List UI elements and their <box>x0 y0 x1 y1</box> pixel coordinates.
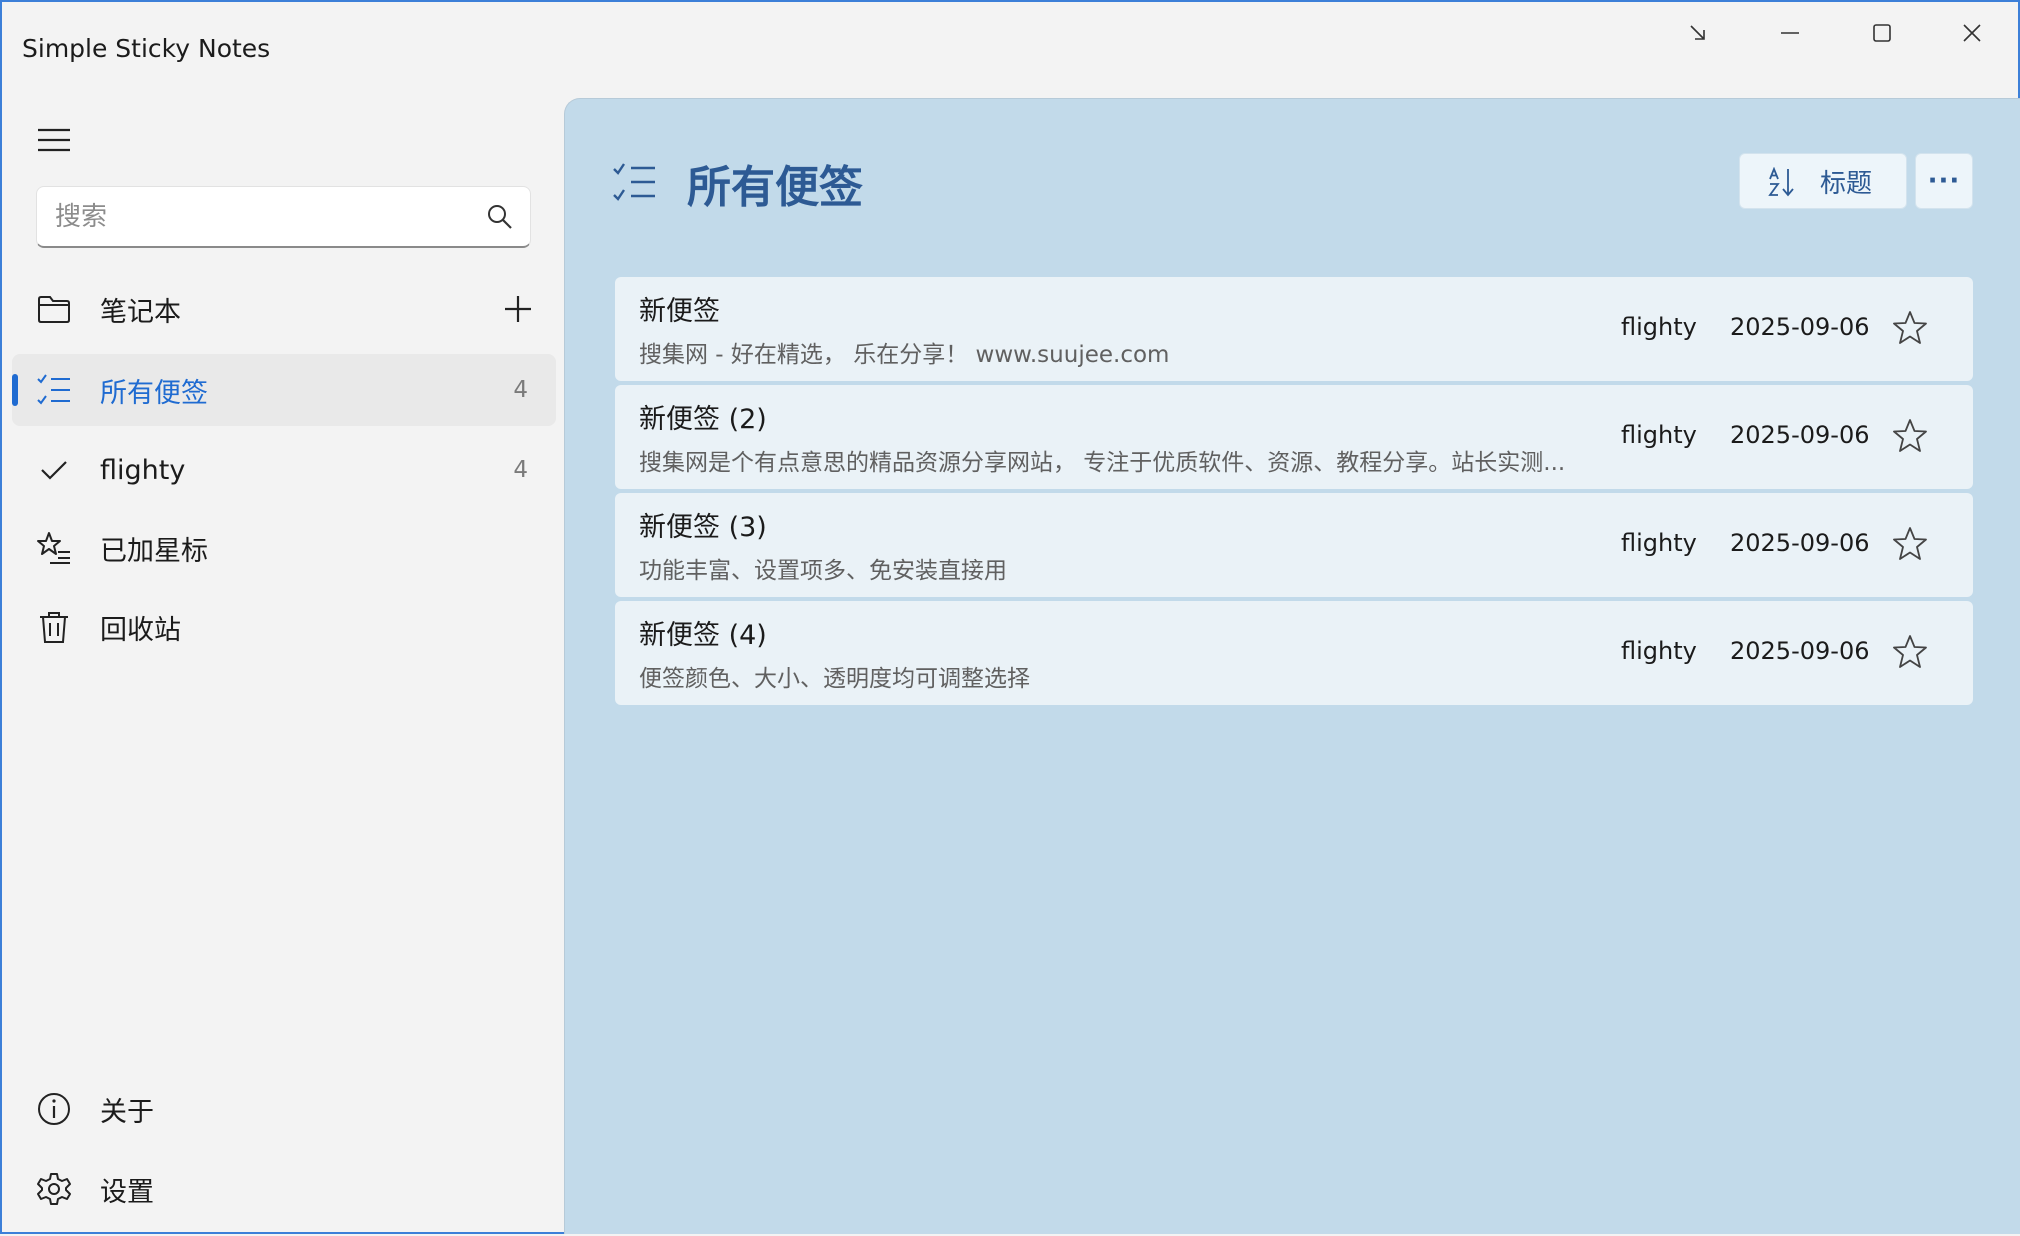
selection-indicator <box>12 374 18 406</box>
note-item[interactable]: 新便签 (3) 功能丰富、设置项多、免安装直接用 flighty 2025-09… <box>615 493 1973 597</box>
plus-icon <box>505 296 531 322</box>
note-notebook: flighty <box>1621 421 1697 449</box>
notes-list: 新便签 搜集网 - 好在精选， 乐在分享！ www.suujee.com fli… <box>615 277 1973 709</box>
sidebar-item-settings[interactable]: 设置 <box>12 1153 556 1225</box>
maximize-button[interactable] <box>1836 2 1928 64</box>
note-date: 2025-09-06 <box>1730 313 1870 341</box>
gear-icon <box>37 1173 71 1205</box>
star-icon[interactable] <box>1891 525 1929 563</box>
sort-label: 标题 <box>1820 168 1873 199</box>
star-list-icon <box>37 532 70 564</box>
minimize-icon <box>1781 32 1799 34</box>
sidebar-item-all-notes[interactable]: 所有便签 4 <box>12 354 556 426</box>
more-options-button[interactable]: ··· <box>1915 153 1973 209</box>
note-item[interactable]: 新便签 (4) 便签颜色、大小、透明度均可调整选择 flighty 2025-0… <box>615 601 1973 705</box>
add-notebook-button[interactable] <box>498 289 538 329</box>
star-icon[interactable] <box>1891 417 1929 455</box>
arrow-down-right-icon <box>1690 25 1705 40</box>
checklist-icon <box>37 374 70 405</box>
maximize-icon <box>1873 24 1891 42</box>
check-icon <box>41 461 67 480</box>
sidebar: 笔记本 所有便签 4 flighty 4 <box>2 98 564 1236</box>
note-count-badge: 4 <box>513 457 528 483</box>
minimize-button[interactable] <box>1744 2 1836 64</box>
sidebar-item-label: 回收站 <box>100 614 181 646</box>
main-panel: 所有便签 标题 ··· 新便签 搜集网 - 好在精选， 乐在分享！ www.su… <box>564 98 2020 1234</box>
note-preview: 功能丰富、设置项多、免安装直接用 <box>639 558 1007 584</box>
note-notebook: flighty <box>1621 637 1697 665</box>
search-input[interactable] <box>55 197 455 237</box>
note-item[interactable]: 新便签 (2) 搜集网是个有点意思的精品资源分享网站， 专注于优质软件、资源、教… <box>615 385 1973 489</box>
note-notebook: flighty <box>1621 313 1697 341</box>
note-preview: 搜集网是个有点意思的精品资源分享网站， 专注于优质软件、资源、教程分享。站长实测… <box>639 450 1566 476</box>
sort-button[interactable]: 标题 <box>1739 153 1907 209</box>
note-date: 2025-09-06 <box>1730 529 1870 557</box>
app-window: Simple Sticky Notes 搜索 笔记本 所有便签 4 flight… <box>0 0 2020 1234</box>
checklist-icon <box>613 163 655 201</box>
note-item[interactable]: 新便签 搜集网 - 好在精选， 乐在分享！ www.suujee.com fli… <box>615 277 1973 381</box>
close-button[interactable] <box>1926 2 2018 64</box>
page-title: 所有便签 <box>687 162 863 213</box>
note-title: 新便签 (3) <box>639 512 767 543</box>
menu-toggle-button[interactable] <box>28 114 80 166</box>
info-icon <box>38 1093 70 1125</box>
sidebar-item-label: 设置 <box>100 1176 154 1208</box>
sidebar-item-trash[interactable]: 回收站 <box>12 591 556 663</box>
sidebar-item-label: 已加星标 <box>100 535 208 567</box>
note-notebook: flighty <box>1621 529 1697 557</box>
folder-icon <box>38 296 70 323</box>
sidebar-item-flighty[interactable]: flighty 4 <box>12 434 556 506</box>
note-title: 新便签 (2) <box>639 404 767 435</box>
sidebar-item-label: 关于 <box>100 1096 154 1128</box>
sidebar-item-label: 所有便签 <box>100 377 208 409</box>
sidebar-item-notebooks[interactable]: 笔记本 <box>12 273 556 345</box>
sidebar-item-starred[interactable]: 已加星标 <box>12 512 556 584</box>
close-icon <box>1963 24 1981 42</box>
note-date: 2025-09-06 <box>1730 637 1870 665</box>
compact-overlay-button[interactable] <box>1652 2 1744 64</box>
note-date: 2025-09-06 <box>1730 421 1870 449</box>
note-title: 新便签 <box>639 296 720 327</box>
note-preview: 搜集网 - 好在精选， 乐在分享！ www.suujee.com <box>639 342 1170 368</box>
note-preview: 便签颜色、大小、透明度均可调整选择 <box>639 666 1030 692</box>
star-icon[interactable] <box>1891 309 1929 347</box>
search-box <box>36 186 531 248</box>
search-icon[interactable] <box>486 203 514 231</box>
title-bar: Simple Sticky Notes <box>2 2 2018 98</box>
note-count-badge: 4 <box>513 377 528 403</box>
note-title: 新便签 (4) <box>639 620 767 651</box>
sort-az-icon <box>1768 167 1794 197</box>
hamburger-icon <box>38 128 70 152</box>
star-icon[interactable] <box>1891 633 1929 671</box>
sidebar-item-label: flighty <box>100 454 186 486</box>
sidebar-item-label: 笔记本 <box>100 296 181 328</box>
app-title: Simple Sticky Notes <box>22 34 271 63</box>
trash-icon <box>40 612 68 643</box>
sidebar-item-about[interactable]: 关于 <box>12 1073 556 1145</box>
